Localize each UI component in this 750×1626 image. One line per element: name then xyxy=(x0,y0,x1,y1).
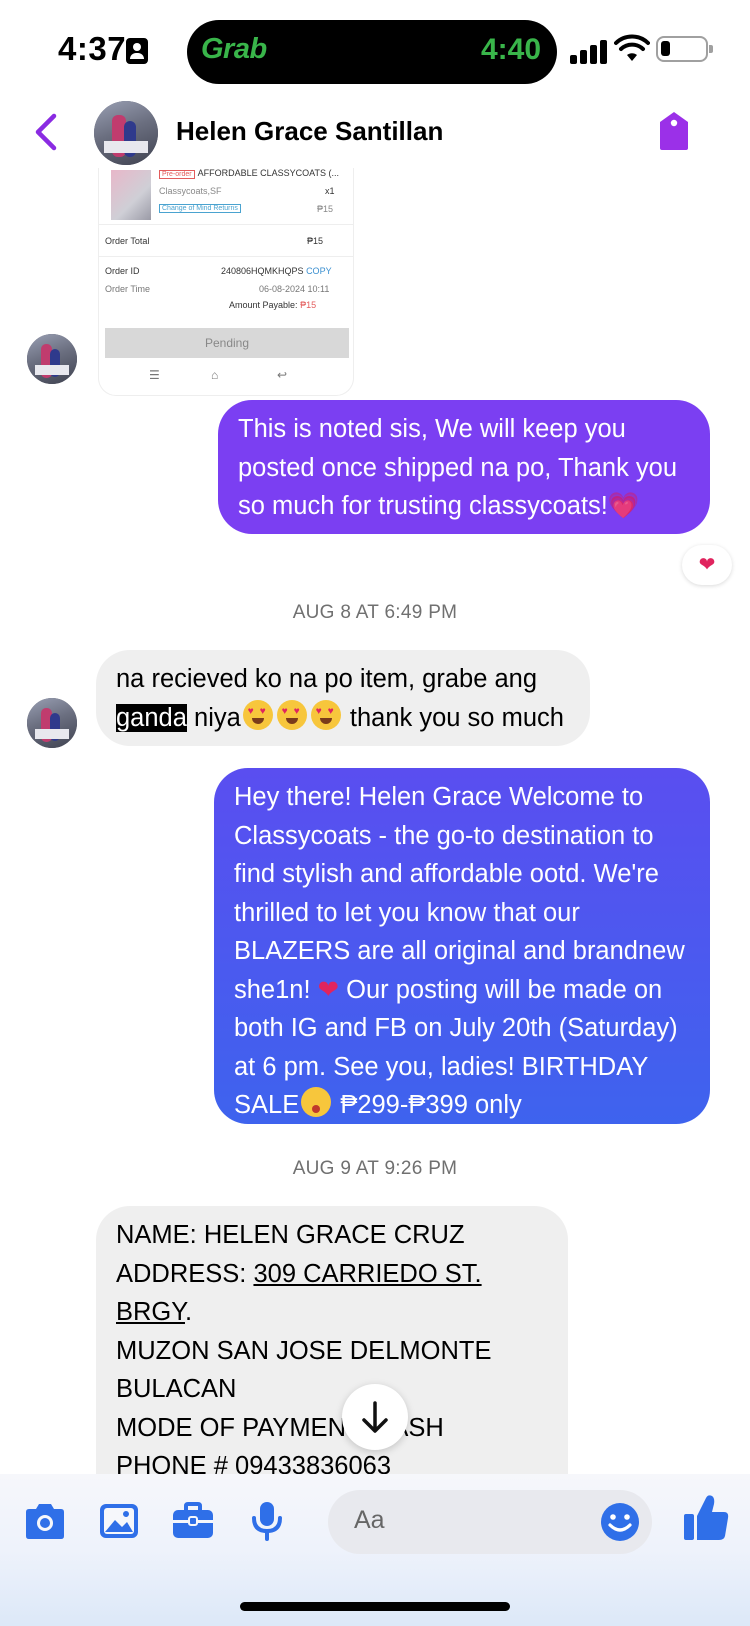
order-total-value: ₱15 xyxy=(307,236,324,246)
message-text: MODE OF PAYMENT: CASH xyxy=(116,1413,444,1442)
back-button[interactable] xyxy=(28,110,68,154)
contact-card-icon xyxy=(126,38,148,64)
party-face-emoji xyxy=(301,1087,332,1117)
shop-name: Classycoats,SF xyxy=(159,186,222,196)
gallery-icon[interactable] xyxy=(96,1500,142,1542)
order-id-label: Order ID xyxy=(105,266,140,276)
emoji-icon[interactable] xyxy=(598,1500,642,1544)
incoming-message[interactable]: na recieved ko na po item, grabe ang gan… xyxy=(96,650,590,746)
heart-eyes-emoji: ♥ ♥ xyxy=(310,699,341,730)
returns-badge: Change of Mind Returns xyxy=(159,204,241,213)
island-timer: 4:40 xyxy=(480,33,541,66)
amount-payable-label: Amount Payable: xyxy=(229,300,298,310)
message-text: MUZON SAN JOSE DELMONTE xyxy=(116,1336,492,1365)
copy-link[interactable]: COPY xyxy=(306,266,332,276)
contact-name[interactable]: Helen Grace Santillan xyxy=(176,116,443,147)
timestamp-divider: AUG 8 AT 6:49 PM xyxy=(292,602,458,623)
menu-icon: ☰ xyxy=(149,368,160,382)
preorder-badge: Pre-order xyxy=(159,170,195,179)
outgoing-message[interactable]: Hey there! Helen Grace Welcome to Classy… xyxy=(214,768,710,1124)
message-placeholder: Aa xyxy=(354,1506,385,1534)
arrow-down-icon xyxy=(362,1401,388,1433)
cellular-signal-icon xyxy=(570,38,608,64)
outgoing-message[interactable]: This is noted sis, We will keep you post… xyxy=(218,400,710,534)
timestamp-divider: AUG 9 AT 9:26 PM xyxy=(292,1158,458,1179)
dynamic-island[interactable]: Grab 4:40 xyxy=(187,20,557,84)
incoming-message[interactable]: NAME: HELEN GRACE CRUZ ADDRESS: 309 CARR… xyxy=(96,1206,568,1506)
status-bar: 4:37 Grab 4:40 xyxy=(0,0,750,96)
wifi-icon xyxy=(614,34,650,61)
product-thumbnail xyxy=(111,170,151,220)
red-heart-emoji: ❤ xyxy=(317,975,340,1004)
sender-avatar[interactable] xyxy=(27,698,77,748)
message-input[interactable]: Aa xyxy=(328,1490,652,1554)
red-heart-icon: ❤ xyxy=(698,554,716,576)
order-id-value: 240806HQMKHQPS xyxy=(221,266,304,276)
address-label: ADDRESS: xyxy=(116,1259,254,1288)
heart-eyes-emoji: ♥ ♥ xyxy=(276,699,307,730)
return-icon: ↩ xyxy=(277,368,288,382)
highlighted-word[interactable]: ganda xyxy=(116,703,187,732)
address-end: . xyxy=(184,1298,193,1326)
message-text: na recieved ko na po item, grabe ang xyxy=(116,665,538,693)
status-time: 4:37 xyxy=(58,30,127,67)
heart-eyes-emoji: ♥ ♥ xyxy=(242,699,273,730)
grab-app-label: Grab xyxy=(201,33,267,65)
heart-reaction[interactable]: ❤ xyxy=(682,545,732,585)
briefcase-icon[interactable] xyxy=(170,1500,216,1542)
product-title: AFFORDABLE CLASSYCOATS (... xyxy=(197,168,339,178)
home-icon: ⌂ xyxy=(211,368,219,382)
order-total-label: Order Total xyxy=(105,236,150,246)
item-price: ₱15 xyxy=(317,204,334,214)
order-time-label: Order Time xyxy=(105,284,151,294)
pink-heart-emoji: 💗 xyxy=(607,492,640,520)
message-text: BULACAN xyxy=(116,1375,237,1403)
order-time-value: 06-08-2024 10:11 xyxy=(259,284,330,294)
tag-icon[interactable] xyxy=(656,110,692,152)
contact-avatar[interactable] xyxy=(94,101,158,165)
item-qty: x1 xyxy=(325,186,335,196)
message-text: ₱299-₱399 only xyxy=(340,1091,522,1119)
pending-button: Pending xyxy=(105,328,349,358)
message-text: Hey there! Helen Grace Welcome to Classy… xyxy=(234,783,685,1004)
camera-icon[interactable] xyxy=(22,1500,68,1542)
message-text: ADDRESS: 309 CARRIEDO ST. BRGY. xyxy=(116,1255,548,1332)
scroll-to-bottom-button[interactable] xyxy=(342,1384,408,1450)
sender-avatar[interactable] xyxy=(27,334,77,384)
message-text: NAME: HELEN GRACE CRUZ xyxy=(116,1221,465,1249)
amount-payable-value: ₱15 xyxy=(300,300,317,310)
microphone-icon[interactable] xyxy=(244,1500,290,1542)
message-text: niya xyxy=(194,703,241,732)
thumbs-up-icon[interactable] xyxy=(682,1492,730,1544)
message-text: thank you so much xyxy=(349,703,564,732)
chat-header: Helen Grace Santillan xyxy=(0,96,750,168)
message-composer: Aa xyxy=(0,1474,750,1626)
order-screenshot-attachment[interactable]: Pre-order AFFORDABLE CLASSYCOATS (... Cla… xyxy=(98,168,354,396)
home-indicator xyxy=(240,1602,510,1611)
battery-icon xyxy=(656,36,713,62)
